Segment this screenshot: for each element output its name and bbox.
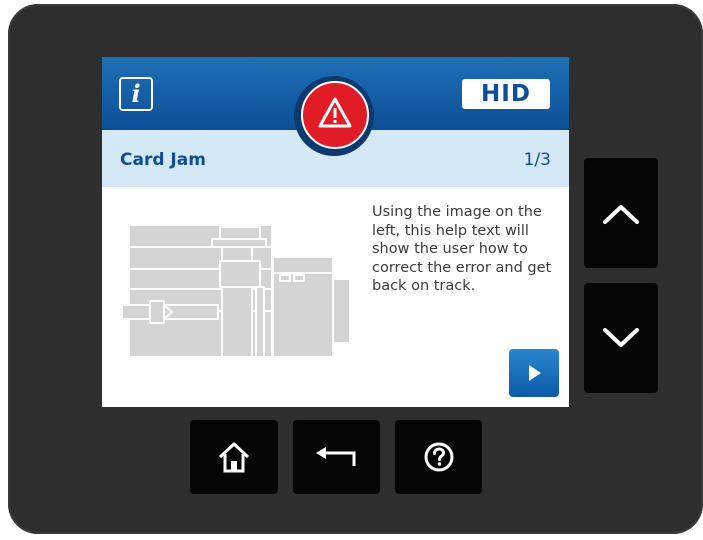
brand-logo: HID: [462, 79, 550, 109]
help-icon: [424, 442, 454, 472]
scroll-down-button[interactable]: [584, 283, 658, 393]
back-arrow-icon: [316, 447, 356, 466]
info-button[interactable]: i: [119, 77, 153, 111]
chevron-up-icon: [603, 205, 639, 224]
scroll-up-button[interactable]: [584, 158, 658, 268]
next-button[interactable]: [509, 349, 559, 397]
page-title: Card Jam: [120, 150, 206, 170]
help-button[interactable]: [395, 420, 482, 494]
page-indicator: 1/3: [523, 150, 551, 170]
play-arrow-icon: [529, 365, 541, 381]
back-button[interactable]: [293, 420, 380, 494]
home-button[interactable]: [190, 420, 278, 494]
info-icon: i: [131, 79, 141, 108]
warning-triangle-icon: [318, 97, 352, 128]
help-text: Using the image on the left, this help t…: [372, 204, 552, 294]
home-icon: [218, 442, 250, 473]
chevron-down-icon: [603, 328, 639, 347]
printer-diagram-icon: [121, 224, 351, 357]
alert-badge: [294, 76, 374, 156]
